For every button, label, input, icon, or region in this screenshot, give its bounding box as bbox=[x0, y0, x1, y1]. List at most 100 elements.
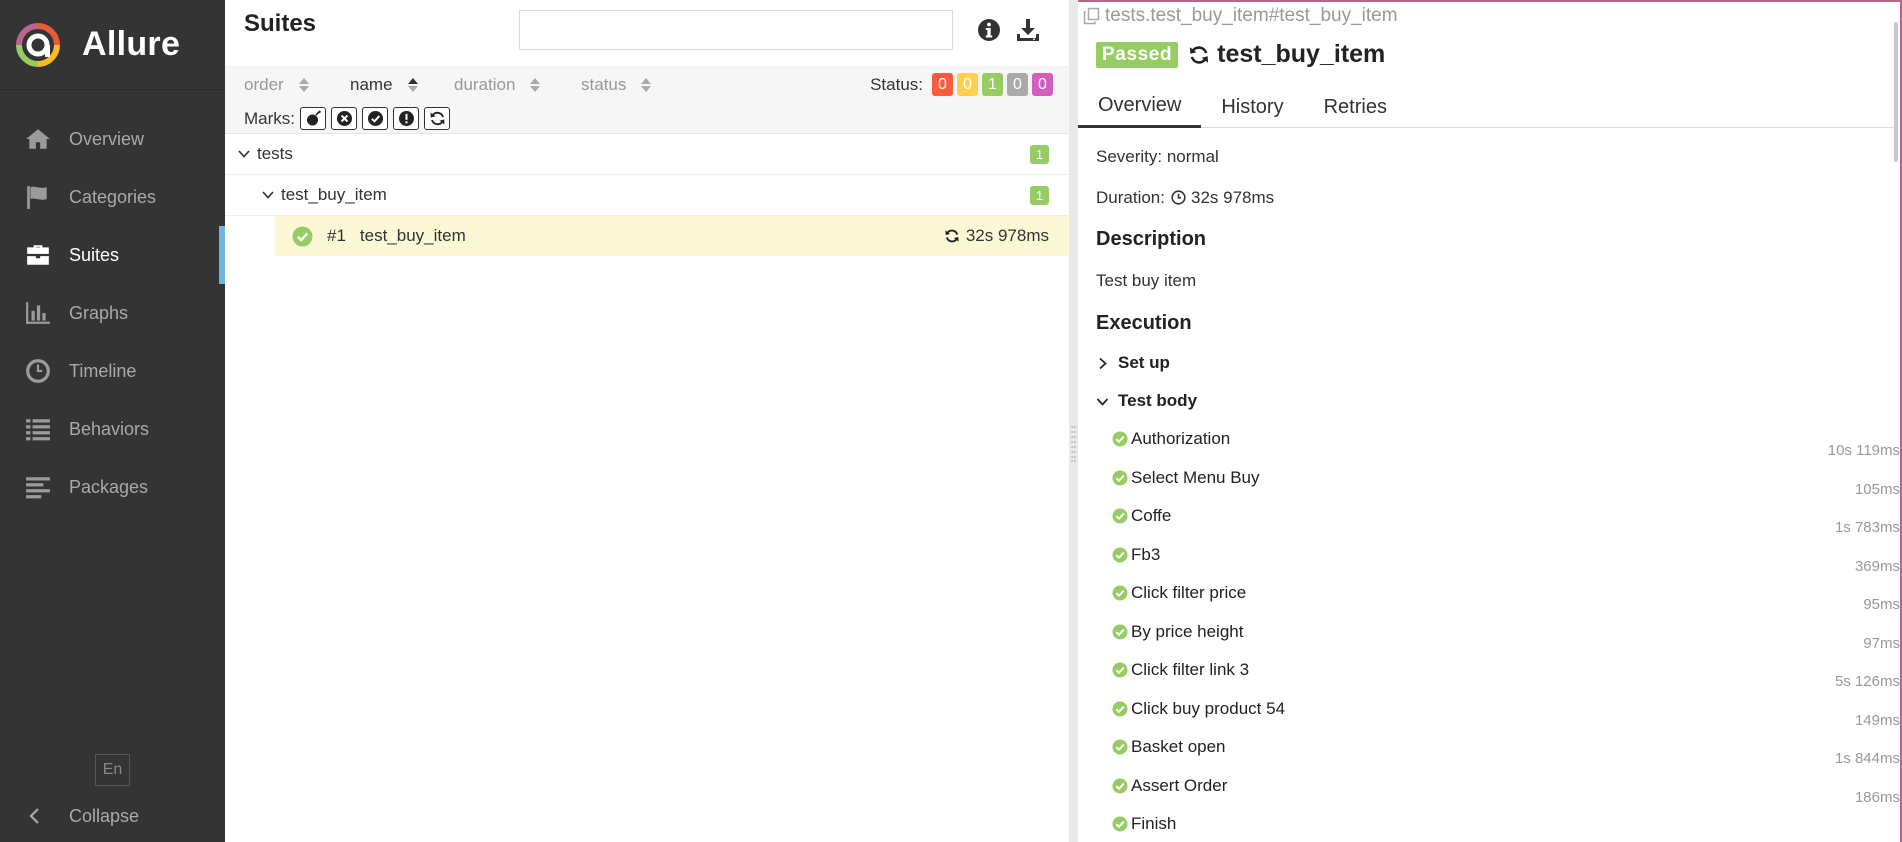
status-broken-badge[interactable]: 0 bbox=[957, 73, 978, 96]
home-icon bbox=[24, 125, 52, 153]
sort-status[interactable]: status bbox=[581, 75, 652, 95]
step-item[interactable]: Click buy product 54 149ms bbox=[1096, 690, 1900, 729]
passed-status-icon bbox=[1112, 431, 1128, 447]
passed-status-icon bbox=[1112, 624, 1128, 640]
sort-order-label: order bbox=[244, 75, 284, 94]
sidebar-item-timeline[interactable]: Timeline bbox=[0, 342, 225, 400]
step-item[interactable]: Fb3 369ms bbox=[1096, 536, 1900, 575]
mark-new-passed-button[interactable] bbox=[362, 107, 388, 130]
sidebar-item-label: Suites bbox=[69, 244, 120, 265]
sidebar-item-overview[interactable]: Overview bbox=[0, 110, 225, 168]
step-item[interactable]: Assert Order 186ms bbox=[1096, 767, 1900, 806]
sidebar-nav: Overview Categories Suites Graphs Timeli… bbox=[0, 110, 225, 516]
bar-chart-icon bbox=[24, 299, 52, 327]
step-name: Click filter price bbox=[1131, 583, 1247, 603]
pane-splitter[interactable] bbox=[1069, 0, 1078, 842]
sidebar-item-label: Categories bbox=[69, 186, 157, 207]
app-name: Allure bbox=[82, 25, 181, 63]
tab-history[interactable]: History bbox=[1201, 86, 1303, 128]
sidebar-item-packages[interactable]: Packages bbox=[0, 458, 225, 516]
suites-header: Suites bbox=[225, 0, 1069, 66]
stage-test-body[interactable]: Test body bbox=[1096, 382, 1896, 420]
mark-new-failed-button[interactable] bbox=[331, 107, 357, 130]
status-skipped-badge[interactable]: 0 bbox=[1007, 73, 1028, 96]
new-failed-icon bbox=[336, 111, 352, 126]
step-name: Select Menu Buy bbox=[1131, 467, 1260, 487]
sidebar-item-label: Packages bbox=[69, 476, 149, 497]
status-unknown-badge[interactable]: 0 bbox=[1032, 73, 1053, 96]
step-name: Fb3 bbox=[1131, 544, 1161, 564]
clock-icon bbox=[24, 357, 52, 385]
test-result-pane: tests.test_buy_item#test_buy_item Passed… bbox=[1078, 0, 1902, 842]
step-name: Coffe bbox=[1131, 506, 1172, 526]
duration: Duration: 32s 978ms bbox=[1096, 177, 1896, 218]
duration-label: Duration: bbox=[1096, 187, 1165, 207]
chevron-right-icon bbox=[1099, 357, 1107, 369]
execution-title: Execution bbox=[1096, 311, 1192, 334]
language-button[interactable]: En bbox=[95, 754, 130, 786]
sidebar-item-graphs[interactable]: Graphs bbox=[0, 284, 225, 342]
step-name: Authorization bbox=[1131, 429, 1231, 449]
passed-status-icon bbox=[1112, 701, 1128, 717]
copy-icon[interactable] bbox=[1083, 7, 1101, 25]
step-item[interactable]: Finish bbox=[1096, 805, 1896, 842]
sort-icon bbox=[298, 78, 309, 92]
tab-retries[interactable]: Retries bbox=[1304, 86, 1407, 128]
download-icon[interactable] bbox=[1014, 16, 1042, 44]
marks-label: Marks: bbox=[244, 108, 295, 128]
sort-duration[interactable]: duration bbox=[454, 75, 541, 95]
mark-flaky-button[interactable] bbox=[300, 107, 326, 130]
step-item[interactable]: Click filter link 3 5s 126ms bbox=[1096, 651, 1900, 690]
brand[interactable]: Allure bbox=[0, 0, 225, 90]
tree-group-test-buy-item[interactable]: test_buy_item 1 bbox=[225, 175, 1069, 216]
sort-name[interactable]: name bbox=[350, 75, 419, 95]
test-full-name[interactable]: tests.test_buy_item#test_buy_item bbox=[1083, 5, 1398, 27]
collapse-label: Collapse bbox=[69, 805, 140, 826]
step-item[interactable]: Click filter price 95ms bbox=[1096, 574, 1900, 613]
sort-name-label: name bbox=[350, 75, 393, 94]
step-duration: 5s 126ms bbox=[1834, 673, 1900, 690]
tree-group-tests[interactable]: tests 1 bbox=[225, 134, 1069, 175]
step-list: Authorization 10s 119ms Select Menu Buy 105… bbox=[1096, 420, 1900, 842]
chevron-down-icon bbox=[238, 150, 250, 158]
step-item[interactable]: Basket open 1s 844ms bbox=[1096, 728, 1900, 767]
test-duration: 32s 978ms bbox=[944, 226, 1049, 246]
mark-retries-button[interactable] bbox=[424, 107, 450, 130]
tab-overview[interactable]: Overview bbox=[1078, 86, 1202, 128]
step-name: Finish bbox=[1131, 814, 1177, 834]
step-item[interactable]: Authorization 10s 119ms bbox=[1096, 420, 1900, 459]
test-row[interactable]: #1 test_buy_item 32s 978ms bbox=[275, 216, 1069, 256]
step-duration: 1s 783ms bbox=[1834, 519, 1900, 536]
passed-status-icon bbox=[1112, 547, 1128, 563]
collapse-button[interactable]: Collapse bbox=[0, 796, 225, 836]
status-failed-badge[interactable]: 0 bbox=[932, 73, 953, 96]
passed-status-icon bbox=[292, 226, 313, 246]
status-passed-badge[interactable]: 1 bbox=[982, 73, 1003, 96]
step-item[interactable]: By price height 97ms bbox=[1096, 613, 1900, 652]
clock-icon bbox=[1171, 190, 1186, 205]
step-duration: 1s 844ms bbox=[1834, 750, 1900, 767]
tree-group-count: 1 bbox=[1030, 186, 1049, 205]
flaky-bomb-icon bbox=[306, 110, 321, 126]
sidebar-item-label: Graphs bbox=[69, 302, 129, 323]
sidebar-item-suites[interactable]: Suites bbox=[0, 226, 225, 284]
step-item[interactable]: Coffe 1s 783ms bbox=[1096, 497, 1900, 536]
info-icon[interactable] bbox=[975, 16, 1003, 44]
step-name: Click buy product 54 bbox=[1131, 698, 1286, 718]
mark-new-broken-button[interactable] bbox=[393, 107, 419, 130]
step-name: By price height bbox=[1131, 621, 1244, 641]
scrollbar[interactable] bbox=[1892, 22, 1900, 832]
sidebar-item-behaviors[interactable]: Behaviors bbox=[0, 400, 225, 458]
search-input[interactable] bbox=[519, 10, 953, 50]
tree-group-count: 1 bbox=[1030, 145, 1049, 164]
align-left-icon bbox=[24, 473, 52, 501]
sort-order[interactable]: order bbox=[244, 75, 310, 95]
retries-icon bbox=[430, 111, 444, 126]
step-item[interactable]: Select Menu Buy 105ms bbox=[1096, 459, 1900, 498]
test-full-name-text: tests.test_buy_item#test_buy_item bbox=[1105, 5, 1398, 26]
stage-setup[interactable]: Set up bbox=[1096, 344, 1896, 382]
drag-handle-icon[interactable] bbox=[1071, 425, 1076, 463]
suites-pane: Suites order name duration status Status… bbox=[225, 0, 1069, 842]
sidebar-item-categories[interactable]: Categories bbox=[0, 168, 225, 226]
stage-label: Set up bbox=[1118, 353, 1170, 372]
